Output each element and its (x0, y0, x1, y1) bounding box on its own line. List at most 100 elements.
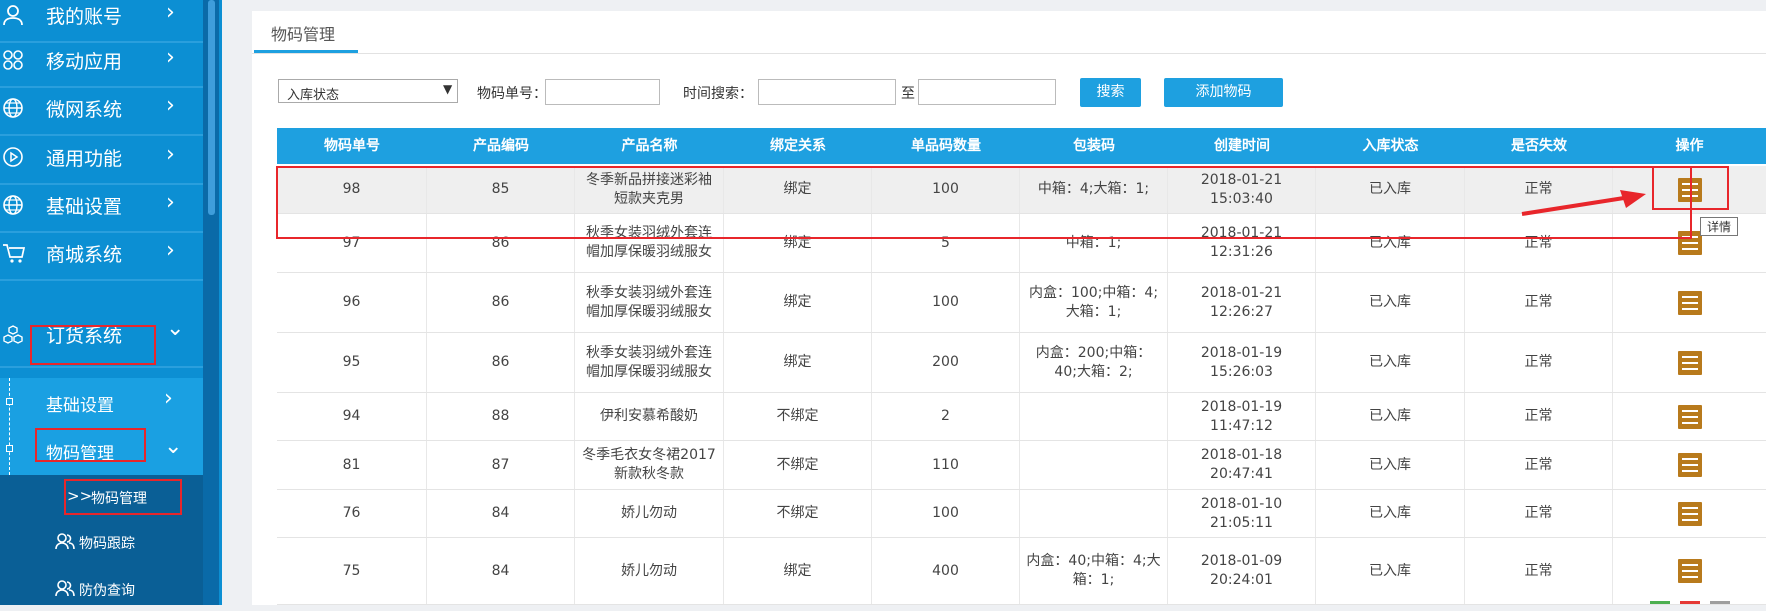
table-cell-actions (1613, 333, 1766, 392)
start-date-input[interactable] (758, 79, 896, 105)
chevron-down-icon: ⌄ (166, 316, 185, 341)
submenu-item-label: 物码管理 (46, 444, 114, 464)
table-cell: 76 (277, 490, 427, 537)
table-cell: 正常 (1465, 490, 1613, 537)
sidebar-item[interactable]: 微网系统 › (0, 83, 203, 136)
table-cell: 100 (872, 166, 1020, 213)
table-cell: 伊利安慕希酸奶 (575, 393, 724, 440)
table-cell: 绑定 (724, 538, 872, 604)
sidebar-item-label: 订货系统 (46, 325, 123, 347)
table-cell: 85 (427, 166, 575, 213)
list-detail-icon[interactable] (1677, 231, 1702, 255)
table-cell: 内盒：40;中箱：4;大箱：1; (1020, 538, 1168, 604)
table-cell: 84 (427, 490, 575, 537)
column-header: 产品编码 (473, 138, 529, 154)
table-cell: 娇儿勿动 (575, 490, 724, 537)
list-detail-icon[interactable] (1677, 350, 1702, 375)
table-cell-actions (1613, 538, 1766, 604)
table-cell: 98 (277, 166, 427, 213)
table-cell: 75 (277, 538, 427, 604)
table-cell: 94 (277, 393, 427, 440)
table-cell: 已入库 (1316, 214, 1465, 272)
table-cell (1020, 490, 1168, 537)
sidebar-item-label: 我的账号 (46, 6, 123, 28)
sidebar-item-label: 通用功能 (46, 148, 123, 170)
table-row[interactable]: 94 88 伊利安慕希酸奶 不绑定 2 2018-01-19 11:47:12 已入库 正常 (277, 393, 1766, 441)
table-cell-actions (1613, 490, 1766, 537)
table-cell: 冬季毛衣女冬裙2017新款秋冬款 (575, 441, 724, 489)
table-cell: 2018-01-21 15:03:40 (1168, 166, 1316, 213)
column-header: 产品名称 (621, 138, 678, 154)
submenu-item-basic-settings[interactable]: 基础设置 › (0, 378, 203, 426)
chevron-down-icon: ⌄ (164, 434, 183, 459)
leaf-item-label: 防伪查询 (79, 583, 135, 599)
list-detail-icon[interactable] (1677, 290, 1702, 315)
sidebar-item[interactable]: 基础设置 › (0, 180, 203, 233)
table-row[interactable]: 75 84 娇儿勿动 绑定 400 内盒：40;中箱：4;大箱：1; 2018-01-09 … (277, 538, 1766, 605)
list-detail-icon[interactable] (1677, 404, 1702, 429)
table-row[interactable]: 76 84 娇儿勿动 不绑定 100 2018-01-10 21:05:11 已入库 正常 (277, 490, 1766, 538)
add-code-button[interactable]: 添加物码 (1164, 78, 1283, 107)
play-icon (2, 146, 24, 168)
status-select-value: 入库状态 (287, 88, 340, 103)
table-cell: 5 (872, 214, 1020, 272)
table-cell: 2018-01-19 15:26:03 (1168, 333, 1316, 392)
time-search-label: 时间搜索： (683, 86, 753, 102)
list-detail-icon[interactable] (1677, 559, 1702, 583)
list-detail-icon[interactable] (1677, 177, 1702, 202)
submenu-item-code-management[interactable]: 物码管理 ⌄ (0, 426, 203, 474)
table-cell (1020, 441, 1168, 489)
table-cell: 秋季女装羽绒外套连帽加厚保暖羽绒服女 (575, 214, 724, 272)
submenu-item-label: 基础设置 (46, 396, 114, 416)
double-chevron-icon: >> (67, 487, 93, 505)
sidebar-item[interactable]: 移动应用 › (0, 35, 203, 88)
table-cell: 不绑定 (724, 393, 872, 440)
users-icon (55, 533, 75, 550)
table-cell-actions (1613, 273, 1766, 332)
leaf-item-code-tracking[interactable]: 物码跟踪 (0, 520, 203, 564)
leaf-item-label: 物码跟踪 (79, 536, 135, 552)
table-cell: 娇儿勿动 (575, 538, 724, 604)
sidebar-scroll-thumb[interactable] (208, 0, 215, 215)
code-number-input[interactable] (545, 79, 660, 105)
table-cell: 84 (427, 538, 575, 604)
code-number-label: 物码单号： (477, 86, 547, 102)
table-cell: 内盒：100;中箱：4;大箱：1; (1020, 273, 1168, 332)
table-cell: 已入库 (1316, 441, 1465, 489)
table-cell-actions (1613, 214, 1766, 272)
table-cell: 中箱：1; (1020, 214, 1168, 272)
table-cell: 不绑定 (724, 441, 872, 489)
table-cell: 95 (277, 333, 427, 392)
globe-icon (2, 97, 24, 119)
sidebar-item[interactable]: 订货系统 ⌄ (0, 276, 203, 368)
table-row[interactable]: 96 86 秋季女装羽绒外套连帽加厚保暖羽绒服女 绑定 100 内盒：100;中箱：4;大… (277, 273, 1766, 333)
table-cell: 86 (427, 273, 575, 332)
table-cell: 中箱：4;大箱：1; (1020, 166, 1168, 213)
tab-code-management[interactable]: 物码管理 (254, 11, 358, 53)
table-cell: 已入库 (1316, 166, 1465, 213)
list-detail-icon[interactable] (1677, 501, 1702, 526)
list-detail-icon[interactable] (1677, 453, 1702, 477)
end-date-input[interactable] (918, 79, 1056, 105)
table-cell: 正常 (1465, 273, 1613, 332)
status-select[interactable]: 入库状态 ▼ (278, 79, 458, 103)
table-cell: 2018-01-10 21:05:11 (1168, 490, 1316, 537)
table-cell-actions (1613, 441, 1766, 489)
table-cell: 2018-01-21 12:31:26 (1168, 214, 1316, 272)
table-row[interactable]: 95 86 秋季女装羽绒外套连帽加厚保暖羽绒服女 绑定 200 内盒：200;中箱：40;… (277, 333, 1766, 393)
sidebar-item-label: 基础设置 (46, 196, 123, 218)
table-row[interactable]: 81 87 冬季毛衣女冬裙2017新款秋冬款 不绑定 110 2018-01-18 20:… (277, 441, 1766, 490)
table-cell: 400 (872, 538, 1020, 604)
chevron-right-icon: › (166, 142, 175, 167)
table-cell: 97 (277, 214, 427, 272)
sidebar-item[interactable]: 商城系统 › (0, 228, 203, 281)
leaf-item-code-management[interactable]: >> 物码管理 (0, 475, 203, 519)
table-cell: 正常 (1465, 393, 1613, 440)
table-row[interactable]: 97 86 秋季女装羽绒外套连帽加厚保暖羽绒服女 绑定 5 中箱：1; 2018-01-21… (277, 214, 1766, 273)
sidebar-item-label: 移动应用 (46, 51, 123, 73)
leaf-item-anti-fake-query[interactable]: 防伪查询 (0, 567, 203, 611)
sidebar-item[interactable]: 通用功能 › (0, 132, 203, 185)
table-cell-actions (1613, 393, 1766, 440)
search-button[interactable]: 搜索 (1080, 78, 1141, 107)
dropdown-arrow-icon: ▼ (443, 82, 453, 96)
